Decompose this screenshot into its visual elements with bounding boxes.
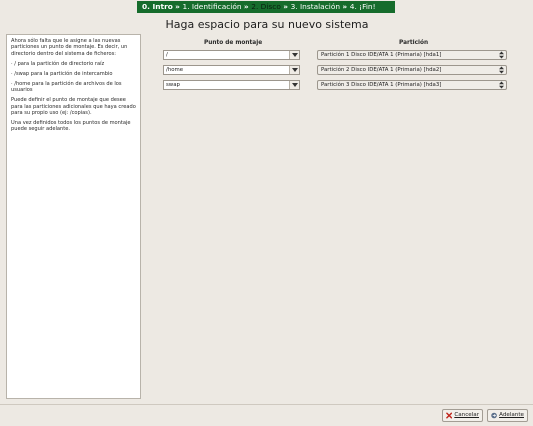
- updown-arrows-icon: [498, 81, 504, 89]
- partition-select-2[interactable]: Partición 2 Disco IDE/ATA 1 (Primaria) […: [317, 65, 507, 75]
- chevron-down-icon: [291, 53, 298, 57]
- step-identification: 1. Identificación: [182, 2, 242, 11]
- mount-point-value[interactable]: /home: [166, 66, 183, 74]
- updown-arrows-icon: [498, 66, 504, 74]
- updown-arrows-icon: [498, 51, 504, 59]
- wizard-step-bar: 0. Intro » 1. Identificación » 2. Disco …: [137, 1, 395, 13]
- step-finish: 4. ¡Fin!: [349, 2, 376, 11]
- partition-value: Partición 1 Disco IDE/ATA 1 (Primaria) […: [321, 52, 442, 58]
- page-title: Haga espacio para su nuevo sistema: [165, 18, 369, 31]
- help-paragraph: Ahora sólo falta que le asigne a las nue…: [11, 38, 128, 57]
- forward-arrow-icon: [491, 412, 497, 419]
- mount-point-value[interactable]: swap: [166, 81, 180, 89]
- mount-point-value[interactable]: /: [166, 51, 168, 59]
- help-paragraph: · / para la partición de directorio raíz: [11, 60, 105, 67]
- mount-point-combo-1[interactable]: /: [163, 50, 300, 60]
- help-paragraph: · /swap para la partición de intercambio: [11, 70, 113, 77]
- step-intro: 0. Intro: [142, 2, 173, 11]
- step-disk: 2. Disco: [251, 2, 281, 11]
- dropdown-button[interactable]: [289, 81, 299, 89]
- footer-divider: [0, 404, 533, 405]
- mount-point-combo-2[interactable]: /home: [163, 65, 300, 75]
- help-panel: Ahora sólo falta que le asigne a las nue…: [6, 34, 141, 399]
- dropdown-button[interactable]: [289, 66, 299, 74]
- partition-select-3[interactable]: Partición 3 Disco IDE/ATA 1 (Primaria) […: [317, 80, 507, 90]
- step-installation: 3. Instalación: [290, 2, 341, 11]
- step-separator: »: [283, 2, 291, 11]
- step-separator: »: [342, 2, 350, 11]
- help-paragraph: Puede definir el punto de montaje que de…: [11, 97, 136, 117]
- chevron-down-icon: [291, 83, 298, 87]
- cancel-label: Cancelar: [454, 412, 479, 418]
- mount-point-combo-3[interactable]: swap: [163, 80, 300, 90]
- forward-button[interactable]: Adelante: [487, 409, 528, 422]
- mount-point-header: Punto de montaje: [204, 40, 263, 46]
- partition-header: Partición: [399, 40, 429, 46]
- dropdown-button[interactable]: [289, 51, 299, 59]
- partition-value: Partición 3 Disco IDE/ATA 1 (Primaria) […: [321, 82, 442, 88]
- cancel-button[interactable]: Cancelar: [442, 409, 483, 422]
- partition-value: Partición 2 Disco IDE/ATA 1 (Primaria) […: [321, 67, 442, 73]
- step-separator: »: [175, 2, 183, 11]
- cancel-x-icon: [446, 412, 453, 419]
- partition-select-1[interactable]: Partición 1 Disco IDE/ATA 1 (Primaria) […: [317, 50, 507, 60]
- help-paragraph: · /home para la partición de archivos de…: [11, 80, 122, 94]
- help-paragraph: Una vez definidos todos los puntos de mo…: [11, 120, 131, 133]
- chevron-down-icon: [291, 68, 298, 72]
- forward-label: Adelante: [499, 412, 524, 418]
